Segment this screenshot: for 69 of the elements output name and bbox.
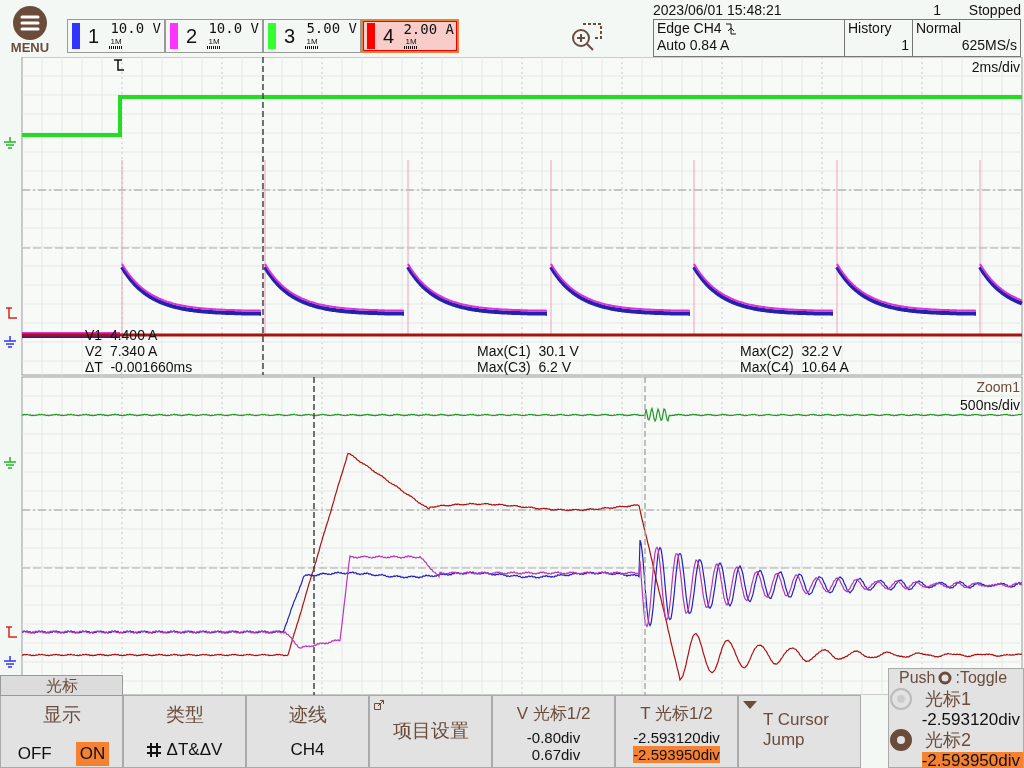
- trace-softkey[interactable]: 迹线 CH4: [246, 695, 369, 768]
- cursor-readout: V1 4.400 A: [85, 327, 158, 343]
- grid-icon: [146, 743, 161, 757]
- softkey-title: 类型: [165, 703, 204, 727]
- zoom-icon[interactable]: [571, 22, 603, 52]
- coupling-label: 1M: [208, 37, 220, 46]
- cursor-readout: ΔT -0.001660ms: [85, 359, 193, 375]
- softkey-title: 显示: [42, 703, 81, 727]
- zoom-title: Zoom1: [976, 379, 1020, 395]
- cursor-softkey[interactable]: V 光标1/2 -0.80div 0.67div: [492, 695, 615, 768]
- toggle-label: :Toggle: [955, 669, 1008, 687]
- channel-number: 2: [186, 24, 198, 48]
- channel-number: 3: [284, 24, 296, 48]
- cursor-label: 光标1: [924, 690, 972, 708]
- softkey-title: 迹线: [288, 703, 327, 727]
- type-softkey[interactable]: 类型 ΔT&ΔV: [123, 695, 246, 768]
- channel-number: 4: [383, 24, 395, 48]
- cursor-readout: -2.593120div: [633, 729, 720, 746]
- cursor-jump-softkey[interactable]: T Cursor Jump: [738, 695, 861, 768]
- toggle-option[interactable]: ON: [75, 742, 110, 766]
- history-value: 1: [900, 37, 909, 54]
- coupling-label: 1M: [405, 37, 417, 46]
- acquisition-count: 1: [932, 1, 941, 18]
- knob-icon[interactable]: [889, 728, 913, 752]
- trigger-type: Edge CH4: [657, 20, 722, 37]
- menu-button[interactable]: MENU: [0, 0, 60, 55]
- measurement-readout: Max(C4) 10.64 A: [740, 359, 849, 375]
- cursor-readout: -2.593950div: [633, 746, 720, 763]
- measurement-readout: Max(C1) 30.1 V: [477, 343, 579, 359]
- falling-edge-icon: [725, 22, 736, 35]
- cursor-value: -2.593950div: [921, 752, 1023, 768]
- channel-scale: 5.00 V: [306, 20, 357, 36]
- acquisition-mode: Normal: [916, 20, 963, 37]
- cursor-readout: -0.80div: [526, 729, 581, 746]
- display-softkey[interactable]: 显示 OFF ON: [0, 695, 123, 768]
- measurement-readout: Max(C3) 6.2 V: [477, 359, 572, 375]
- softkey-title: T 光标1/2: [640, 703, 713, 725]
- timebase-label: 500ns/div: [960, 397, 1020, 413]
- level-marker-icon: [5, 307, 18, 319]
- knob-icon: [938, 671, 953, 685]
- coupling-label: 1M: [110, 37, 122, 46]
- timebase-label: 2ms/div: [971, 59, 1020, 75]
- popout-icon: [374, 700, 384, 710]
- push-label: Push: [899, 669, 936, 687]
- history-label: History: [848, 20, 893, 37]
- run-status: Stopped: [967, 1, 1021, 18]
- channel-scale: 10.0 V: [208, 20, 259, 36]
- item-settings-softkey[interactable]: 项目设置: [369, 695, 492, 768]
- sample-rate: 625MS/s: [960, 37, 1017, 54]
- cursor-softkey[interactable]: T 光标1/2 -2.593120div -2.593950div: [615, 695, 738, 768]
- softkey-value: ΔT&ΔV: [166, 740, 223, 760]
- channel-scale: 10.0 V: [110, 20, 161, 36]
- cursor-readout: 0.67div: [531, 746, 581, 763]
- cursor-value: -2.593120div: [921, 711, 1021, 728]
- softkey-title: V 光标1/2: [516, 703, 591, 725]
- trigger-marker-icon: [113, 59, 125, 71]
- coupling-label: 1M: [306, 37, 318, 46]
- trigger-mode: Auto 0.84 A: [657, 37, 731, 54]
- cursor-readout: V2 7.340 A: [85, 343, 158, 359]
- cursor-label: 光标2: [924, 731, 972, 749]
- measurement-readout: Max(C2) 32.2 V: [740, 343, 842, 359]
- level-marker-icon: [5, 626, 18, 638]
- toggle-option[interactable]: OFF: [13, 742, 56, 766]
- softkey-value: CH4: [290, 740, 325, 760]
- caret-icon: [743, 701, 757, 709]
- date-time: 2023/06/01 15:48:21: [653, 1, 783, 18]
- menu-icon: [13, 6, 47, 40]
- channel-number: 1: [88, 24, 100, 48]
- channel-scale: 2.00 A: [403, 21, 454, 37]
